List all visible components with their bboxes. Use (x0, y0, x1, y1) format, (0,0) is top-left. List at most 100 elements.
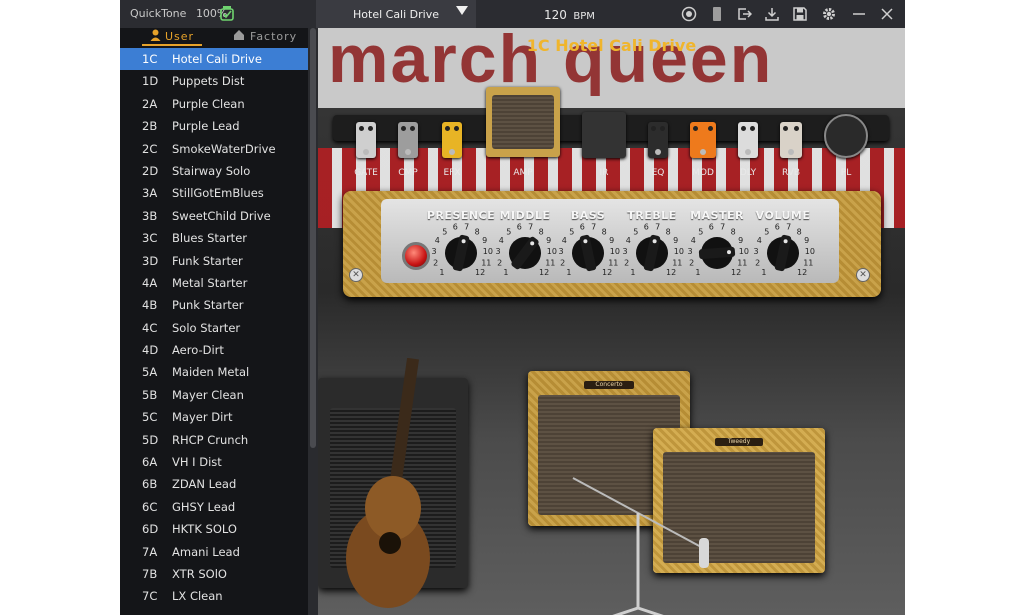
amp-logo-1: Concerto (584, 381, 634, 389)
tab-factory[interactable]: Factory (250, 30, 297, 43)
preset-row[interactable]: 4C Solo Starter (120, 317, 308, 339)
preset-row[interactable]: 6A VH I Dist (120, 451, 308, 473)
preset-row[interactable]: 2A Purple Clean (120, 93, 308, 115)
preset-row[interactable]: 7B XTR SOlO (120, 563, 308, 585)
preset-dropdown-value: Hotel Cali Drive (353, 8, 439, 21)
device-icon[interactable] (709, 6, 725, 22)
preset-row[interactable]: 7A Amani Lead (120, 541, 308, 563)
dial-number: 10 (805, 247, 815, 256)
preset-row[interactable]: 2D Stairway Solo (120, 160, 308, 182)
preset-row[interactable]: 1C Hotel Cali Drive (120, 48, 308, 71)
dial-number: 12 (666, 268, 676, 277)
battery-icon (220, 6, 234, 21)
chain-label: AMP (513, 168, 533, 178)
gear-icon[interactable] (821, 6, 837, 22)
preset-name: SmokeWaterDrive (172, 141, 276, 156)
preset-row[interactable]: 3A StillGotEmBlues (120, 182, 308, 204)
preset-row[interactable]: 6C GHSY Lead (120, 496, 308, 518)
preset-name: Stairway Solo (172, 163, 251, 178)
preset-name: Solo Starter (172, 320, 241, 335)
pedal-part (708, 126, 713, 131)
knob-volume[interactable]: VOLUME 1 2 3 4 5 6 7 8 9 10 11 12 (743, 191, 823, 297)
pedal-part (359, 126, 364, 131)
close-icon[interactable] (879, 6, 895, 22)
dial-number: 9 (804, 236, 809, 245)
preset-sidebar: User Factory 1C Hotel Cali Drive 1D Puppets… (120, 28, 308, 615)
dial-number: 4 (562, 236, 567, 245)
dial-number: 8 (731, 227, 736, 236)
rvb-module-icon (780, 122, 802, 158)
preset-name: LX Clean (172, 589, 223, 604)
preset-row[interactable]: 4B Punk Starter (120, 294, 308, 316)
preset-id: 6D (142, 522, 159, 537)
dial-number: 7 (786, 223, 791, 232)
pedal-part (745, 149, 751, 155)
dial-number: 3 (559, 247, 564, 256)
dial-number: 8 (797, 227, 802, 236)
preset-row[interactable]: 5D RHCP Crunch (120, 429, 308, 451)
gate-module-icon (356, 122, 376, 158)
preset-id: 5B (142, 387, 158, 402)
preset-row[interactable]: 2B Purple Lead (120, 115, 308, 137)
preset-name: Purple Lead (172, 119, 240, 134)
preset-name: Purple Clean (172, 96, 245, 111)
chain-label: EFX (443, 168, 461, 178)
pedal-part (693, 126, 698, 131)
preset-row[interactable]: 3B SweetChild Drive (120, 205, 308, 227)
preset-id: 4B (142, 298, 158, 313)
preset-row[interactable]: 5A Maiden Metal (120, 361, 308, 383)
save-icon[interactable] (792, 6, 808, 22)
mini-amp-grill (492, 95, 554, 149)
pedal-part (651, 126, 656, 131)
preset-list-scrollbar[interactable] (308, 28, 318, 615)
dial-number: 12 (797, 268, 807, 277)
pedal-part (449, 149, 455, 155)
knob-dial[interactable]: 123456 789101112 (743, 219, 823, 283)
tab-user[interactable]: User (165, 30, 194, 43)
preset-name: XTR SOlO (172, 566, 227, 581)
preset-name: Punk Starter (172, 298, 244, 313)
cmp-module-icon (398, 122, 418, 158)
pedal-part (405, 149, 411, 155)
knob-indicator (783, 239, 788, 244)
preset-row[interactable]: 6B ZDAN Lead (120, 473, 308, 495)
preset-row[interactable]: 3C Blues Starter (120, 227, 308, 249)
knob-indicator (583, 239, 588, 244)
preset-name: HKTK SOLO (172, 522, 237, 537)
mic-stand-icon (572, 477, 709, 615)
preset-id: 3A (142, 186, 158, 201)
preset-row[interactable]: 4A Metal Starter (120, 272, 308, 294)
preset-name: StillGotEmBlues (172, 186, 264, 201)
dial-number: 1 (695, 268, 700, 277)
preset-row[interactable]: 4D Aero-Dirt (120, 339, 308, 361)
download-icon[interactable] (764, 6, 780, 22)
bpm-display[interactable]: 120 BPM (544, 8, 595, 22)
preset-name: RHCP Crunch (172, 432, 249, 447)
preset-id: 5D (142, 432, 159, 447)
pl-module-icon (824, 114, 868, 158)
minimize-icon[interactable] (851, 6, 867, 22)
preset-row[interactable]: 2C SmokeWaterDrive (120, 138, 308, 160)
preset-id: 5A (142, 365, 158, 380)
preset-row[interactable]: 5C Mayer Dirt (120, 406, 308, 428)
dial-number: 8 (666, 227, 671, 236)
dial-number: 7 (464, 223, 469, 232)
preset-row[interactable]: 5B Mayer Clean (120, 384, 308, 406)
preset-row[interactable]: 7C LX Clean (120, 585, 308, 607)
dial-number: 5 (506, 227, 511, 236)
dial-number: 3 (623, 247, 628, 256)
tuner-icon[interactable] (681, 6, 697, 22)
dial-number: 6 (580, 223, 585, 232)
preset-row[interactable]: 3D Funk Starter (120, 250, 308, 272)
dial-number: 6 (709, 223, 714, 232)
scrollbar-thumb[interactable] (310, 28, 316, 448)
chain-label: RVB (781, 168, 801, 178)
export-icon[interactable] (736, 6, 752, 22)
preset-row[interactable]: 1D Puppets Dist (120, 70, 308, 92)
preset-id: 3D (142, 253, 159, 268)
dial-number: 7 (655, 223, 660, 232)
preset-dropdown[interactable]: Hotel Cali Drive (316, 0, 476, 28)
dial-number: 6 (453, 223, 458, 232)
dial-number: 1 (761, 268, 766, 277)
preset-row[interactable]: 6D HKTK SOLO (120, 518, 308, 540)
